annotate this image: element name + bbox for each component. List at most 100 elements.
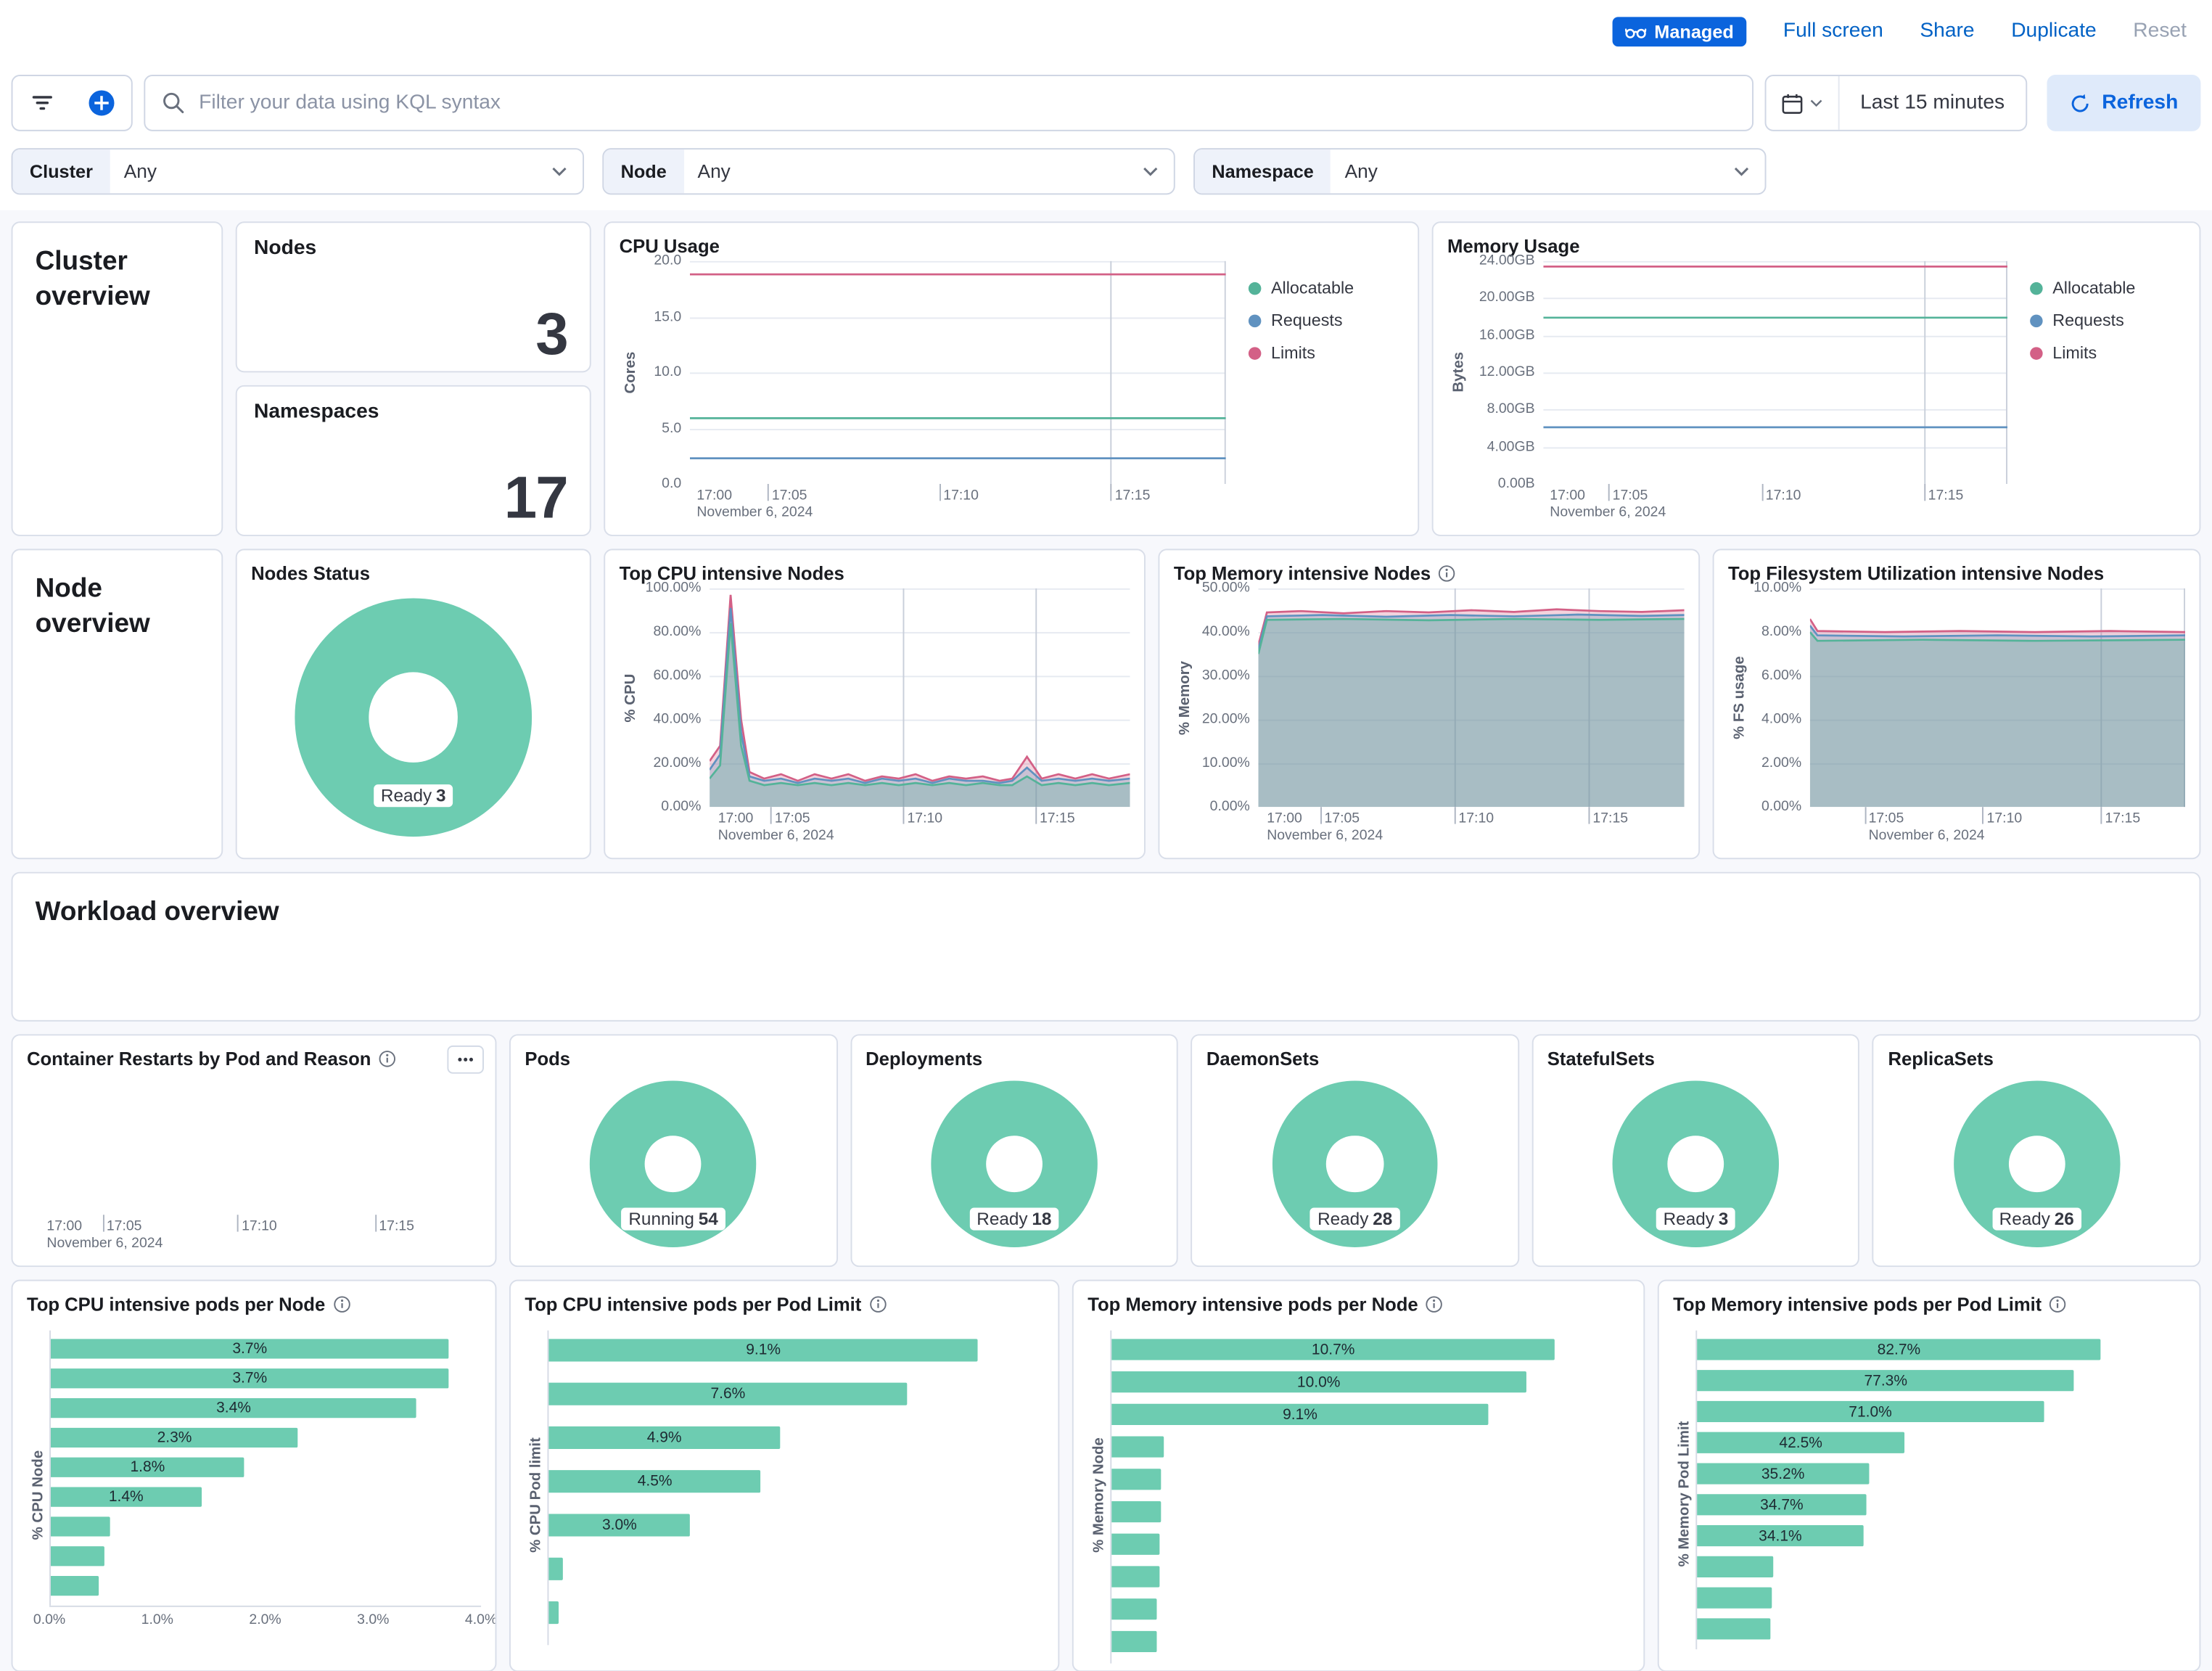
plot-area[interactable] bbox=[1543, 261, 2007, 484]
legend-item[interactable]: Allocatable bbox=[2030, 278, 2185, 297]
namespace-control[interactable]: Namespace Any bbox=[1193, 148, 1766, 194]
bar[interactable] bbox=[1697, 1618, 1770, 1639]
info-icon[interactable] bbox=[1425, 1295, 1443, 1313]
info-icon[interactable] bbox=[378, 1050, 396, 1068]
bar[interactable] bbox=[1111, 1566, 1159, 1587]
legend-item[interactable]: Limits bbox=[2030, 343, 2185, 363]
bar[interactable] bbox=[1697, 1556, 1772, 1577]
legend-item[interactable]: Requests bbox=[2030, 311, 2185, 330]
reset-button[interactable]: Reset bbox=[2133, 20, 2187, 42]
plot-area[interactable] bbox=[1810, 588, 2185, 807]
bar[interactable]: 3.7% bbox=[51, 1368, 449, 1388]
duplicate-button[interactable]: Duplicate bbox=[2011, 20, 2097, 42]
bar[interactable] bbox=[51, 1576, 99, 1596]
donut-hole bbox=[1668, 1136, 1724, 1192]
bar[interactable] bbox=[548, 1558, 562, 1580]
legend-item[interactable]: Limits bbox=[1249, 343, 1404, 363]
bar[interactable]: 77.3% bbox=[1697, 1370, 2074, 1391]
node-control[interactable]: Node Any bbox=[602, 148, 1175, 194]
plot-area[interactable] bbox=[690, 261, 1226, 484]
filter-menu-button[interactable] bbox=[13, 76, 73, 130]
info-icon[interactable] bbox=[868, 1295, 887, 1313]
top-cpu-pods-per-node-chart[interactable]: % CPU Node3.7%3.7%3.4%2.3%1.8%1.4%0.0%1.… bbox=[27, 1331, 481, 1659]
bar[interactable]: 1.4% bbox=[51, 1487, 202, 1507]
bar[interactable]: 10.0% bbox=[1111, 1371, 1526, 1392]
legend-dot bbox=[2030, 314, 2043, 327]
bar[interactable]: 3.4% bbox=[51, 1398, 416, 1418]
info-icon[interactable] bbox=[1438, 564, 1456, 583]
refresh-button[interactable]: Refresh bbox=[2047, 75, 2200, 131]
deployments-chart[interactable]: Ready18 bbox=[866, 1074, 1162, 1255]
bar[interactable]: 1.8% bbox=[51, 1458, 244, 1477]
cluster-control-label: Cluster bbox=[13, 149, 110, 193]
container-restarts-chart[interactable]: 17:0017:0517:1017:15November 6, 2024 bbox=[27, 1074, 481, 1255]
donut-hole bbox=[986, 1136, 1043, 1192]
bar[interactable] bbox=[51, 1516, 110, 1536]
legend-item[interactable]: Allocatable bbox=[1249, 278, 1404, 297]
full-screen-button[interactable]: Full screen bbox=[1783, 20, 1883, 42]
cluster-control[interactable]: Cluster Any bbox=[12, 148, 584, 194]
bar[interactable]: 34.7% bbox=[1697, 1494, 1866, 1515]
bar[interactable]: 2.3% bbox=[51, 1428, 298, 1448]
calendar-icon bbox=[1781, 92, 1802, 113]
top-mem-pods-per-node-chart[interactable]: % Memory Node10.7%10.0%9.1% bbox=[1088, 1331, 1629, 1659]
bar[interactable]: 82.7% bbox=[1697, 1339, 2100, 1360]
info-icon[interactable] bbox=[2049, 1295, 2067, 1313]
bar-value-label: 71.0% bbox=[1849, 1403, 1892, 1420]
dashboard-controls-row: Cluster Any Node Any Namespace Any bbox=[0, 144, 2212, 210]
managed-badge[interactable]: Managed bbox=[1612, 16, 1746, 46]
date-picker-button[interactable] bbox=[1766, 76, 1839, 130]
legend-dot bbox=[2030, 346, 2043, 359]
top-cpu-pods-per-limit-chart[interactable]: % CPU Pod limit9.1%7.6%4.9%4.5%3.0% bbox=[525, 1331, 1044, 1659]
bars-area[interactable]: 3.7% 3.7% 3.4% 2.3% 1.8% 1.4% bbox=[49, 1331, 481, 1606]
panel-options-button[interactable] bbox=[447, 1046, 484, 1074]
plot-area[interactable] bbox=[710, 588, 1130, 807]
bar[interactable]: 3.0% bbox=[548, 1514, 690, 1536]
replicasets-chart[interactable]: Ready26 bbox=[1888, 1074, 2184, 1255]
legend-item[interactable]: Requests bbox=[1249, 311, 1404, 330]
bar[interactable]: 4.9% bbox=[548, 1426, 780, 1449]
plot-area[interactable] bbox=[1258, 588, 1684, 807]
bar[interactable] bbox=[1111, 1501, 1161, 1522]
bar[interactable] bbox=[548, 1601, 558, 1624]
cpu-usage-chart[interactable]: Cores20.015.010.05.00.017:0017:0517:1017… bbox=[620, 261, 1404, 524]
bar[interactable]: 7.6% bbox=[548, 1383, 907, 1405]
bar[interactable]: 71.0% bbox=[1697, 1401, 2044, 1422]
kql-search-input[interactable] bbox=[199, 91, 1735, 114]
bar[interactable]: 34.1% bbox=[1697, 1525, 1863, 1546]
top-fs-nodes-chart[interactable]: % FS usage10.00%8.00%6.00%4.00%2.00%0.00… bbox=[1728, 588, 2185, 847]
bar[interactable]: 3.7% bbox=[51, 1339, 449, 1358]
bar-value-label: 2.3% bbox=[157, 1429, 192, 1446]
bars-area[interactable]: 9.1% 7.6% 4.9% 4.5% 3.0% bbox=[547, 1331, 1043, 1646]
pods-chart[interactable]: Running54 bbox=[525, 1074, 821, 1255]
add-filter-button[interactable] bbox=[72, 76, 131, 130]
bar[interactable] bbox=[1111, 1631, 1157, 1652]
bar[interactable] bbox=[1697, 1588, 1771, 1609]
bar[interactable]: 42.5% bbox=[1697, 1432, 1904, 1453]
bar[interactable]: 9.1% bbox=[1111, 1404, 1489, 1425]
statefulsets-chart[interactable]: Ready3 bbox=[1547, 1074, 1844, 1255]
top-mem-pods-per-node-panel: Top Memory intensive pods per Node % Mem… bbox=[1072, 1280, 1645, 1671]
bar[interactable] bbox=[1111, 1534, 1159, 1555]
memory-usage-chart[interactable]: Bytes24.00GB20.00GB16.00GB12.00GB8.00GB4… bbox=[1447, 261, 2185, 524]
bar[interactable]: 4.5% bbox=[548, 1470, 760, 1493]
bar[interactable]: 10.7% bbox=[1111, 1339, 1555, 1360]
bar[interactable]: 9.1% bbox=[548, 1339, 977, 1361]
top-memory-nodes-chart[interactable]: % Memory50.00%40.00%30.00%20.00%10.00%0.… bbox=[1174, 588, 1685, 847]
bar[interactable] bbox=[1111, 1437, 1163, 1458]
plot-area[interactable] bbox=[38, 1074, 482, 1215]
info-icon[interactable] bbox=[332, 1295, 350, 1313]
nodes-metric-panel: Nodes 3 bbox=[236, 221, 591, 372]
time-range-value[interactable]: Last 15 minutes bbox=[1839, 91, 2026, 114]
bars-area[interactable]: 82.7% 77.3% 71.0% 42.5% 35.2% 34.7% 34.1% bbox=[1695, 1331, 2185, 1649]
bar[interactable]: 35.2% bbox=[1697, 1463, 1869, 1484]
nodes-status-chart[interactable]: Ready3 bbox=[251, 588, 575, 847]
bar[interactable] bbox=[51, 1546, 104, 1566]
top-mem-pods-per-limit-chart[interactable]: % Memory Pod Limit82.7%77.3%71.0%42.5%35… bbox=[1673, 1331, 2185, 1659]
daemonsets-chart[interactable]: Ready28 bbox=[1206, 1074, 1503, 1255]
bars-area[interactable]: 10.7% 10.0% 9.1% bbox=[1110, 1331, 1629, 1664]
top-cpu-nodes-chart[interactable]: % CPU100.00%80.00%60.00%40.00%20.00%0.00… bbox=[620, 588, 1130, 847]
bar[interactable] bbox=[1111, 1598, 1157, 1619]
bar[interactable] bbox=[1111, 1469, 1161, 1490]
share-button[interactable]: Share bbox=[1920, 20, 1974, 42]
